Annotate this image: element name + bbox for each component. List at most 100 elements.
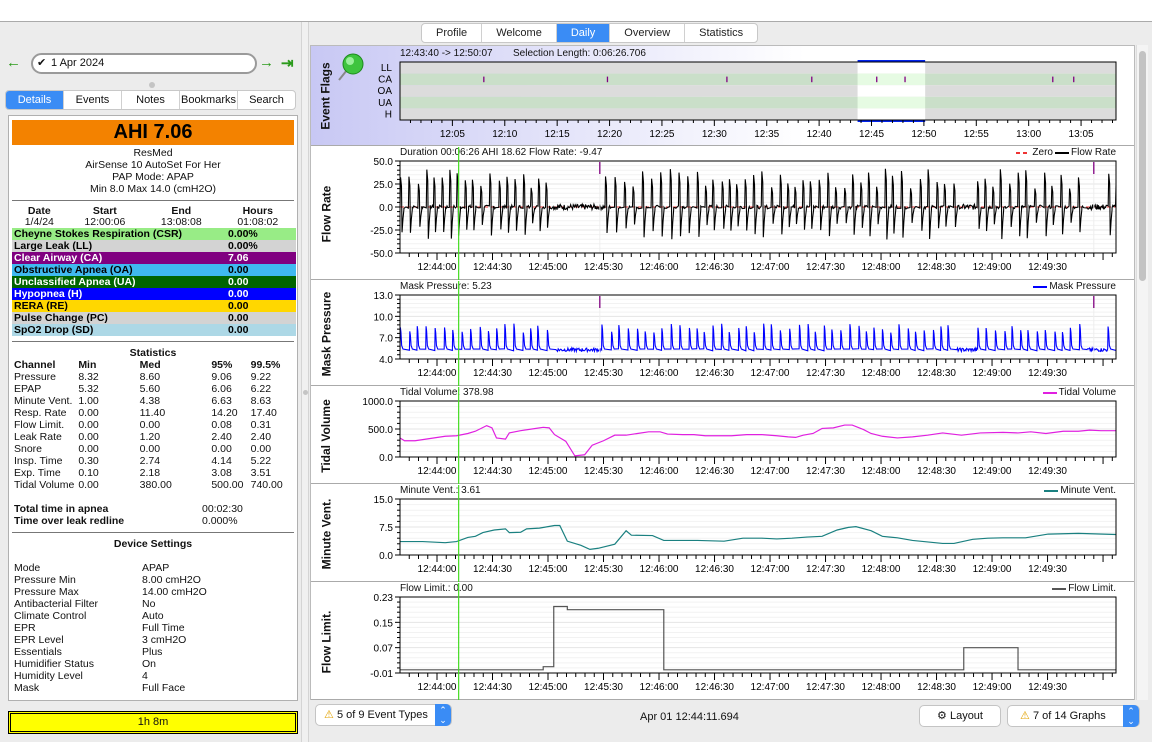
stats-cell: 0.31 [250,419,272,431]
panel-splitter[interactable] [301,22,309,742]
x-tick-label: 12:48:30 [917,564,956,575]
y-tick-label: -0.01 [370,669,393,680]
warning-icon: ⚠ [1020,710,1030,722]
stats-cell: EPAP [14,383,42,395]
tab-overview[interactable]: Overview [610,24,686,42]
arrow-left-icon[interactable]: ← [6,54,21,71]
event-summary-table: Cheyne Stokes Respiration (CSR) 0.00% Larg… [12,228,296,336]
setting-label: Essentials [14,646,62,658]
stats-cell: 9.06 [211,371,232,383]
graphs-label: 7 of 14 Graphs [1032,710,1106,722]
flag-row-h [400,108,1116,120]
date-picker[interactable]: ✔ 1 Apr 2024 [31,53,257,74]
graphs-select[interactable]: ⚠ 7 of 14 Graphs ⌃ ⌄ [1007,705,1140,727]
details-panel[interactable]: AHI 7.06 ResMed AirSense 10 AutoSet For … [8,115,298,701]
event-value: 0.00% [228,228,258,240]
detail-tabs: Details Events Notes Bookmarks Search [5,90,296,110]
stats-cell: 2.40 [211,431,232,443]
stats-cell: Insp. Time [14,455,63,467]
minute-vent-panel[interactable]: Minute Vent. Minute Vent.: 3.61 Minute Ven… [311,485,1134,582]
x-tick-label: 12:44:00 [418,466,457,477]
event-value: 0.00 [228,288,249,300]
arrow-to-end-icon[interactable]: ⇥ [281,54,294,72]
stats-row: Insp. Time 0.30 2.74 4.14 5.22 [12,455,296,467]
tab-daily[interactable]: Daily [556,24,611,42]
y-tick-label: 25.0 [374,180,394,191]
x-tick-label: 12:47:30 [806,564,845,575]
event-label: Hypopnea (H) [14,288,83,300]
y-tick-label: 50.0 [374,157,394,168]
y-tick-label: 15.0 [374,495,394,506]
x-tick-label: 12:44:30 [473,262,512,273]
apnea-summary: Total time in apnea 00:02:30 Time over le… [12,503,296,527]
x-tick-label: 12:47:30 [806,682,845,693]
x-tick-label: 12:05 [440,129,465,140]
mask-pressure-panel[interactable]: Mask Pressure Mask Pressure: 5.23 Mask Pre… [311,281,1134,386]
tab-statistics[interactable]: Statistics [685,24,757,42]
y-tick-label: 13.0 [374,291,394,302]
stepper-icon: ⌃ ⌄ [435,704,451,726]
tab-events[interactable]: Events [64,91,122,109]
setting-value: 8.00 cmH2O [142,574,201,586]
event-value: 0.00 [228,324,249,336]
setting-row: Mode APAP [12,562,296,574]
stats-cell: 5.22 [250,455,272,467]
event-label: RERA (RE) [14,300,68,312]
minute-vent-series [400,524,1116,551]
stats-header-row: Channel Min Med 95% 99.5% [12,359,296,371]
stats-header: Min [78,359,97,371]
setting-value: 14.00 cmH2O [142,586,207,598]
flag-row-label: UA [378,98,392,109]
cursor-time-status: Apr 01 12:44:11.694 [640,711,739,723]
tab-notes[interactable]: Notes [122,91,180,109]
flag-row-oa [400,85,1116,97]
flag-row-ua [400,96,1116,109]
x-tick-label: 12:46:30 [695,262,734,273]
graph-area[interactable]: Event Flags 12:43:40 -> 12:50:07 Selection… [310,45,1135,700]
x-tick-label: 12:44:30 [473,466,512,477]
setting-value: 3 cmH2O [142,634,187,646]
stats-cell: 0.00 [139,419,161,431]
tidal-volume-panel[interactable]: Tidal Volume Tidal Volume: 378.98 Tidal Vo… [311,387,1134,484]
x-tick-label: 12:47:00 [751,466,790,477]
machine-model: AirSense 10 AutoSet For Her [85,159,221,171]
splitter-handle[interactable] [149,82,155,88]
layout-button[interactable]: ⚙ Layout [919,705,1001,727]
graph-scrollbar[interactable] [1136,45,1148,700]
event-label: Pulse Change (PC) [14,312,108,324]
event-label: Obstructive Apnea (OA) [14,264,133,276]
x-tick-label: 12:45:30 [584,262,623,273]
event-types-select[interactable]: ⚠ 5 of 9 Event Types ⌃ ⌄ [315,704,452,726]
selection-region [857,73,926,86]
x-tick-label: 12:48:00 [862,368,901,379]
event-flags-panel[interactable]: Event Flags 12:43:40 -> 12:50:07 Selection… [311,46,1134,146]
leak-redline-value: 0.000% [202,515,238,527]
event-row: Unclassified Apnea (UA) 0.00 [12,276,296,288]
tab-details[interactable]: Details [6,91,64,109]
date-value: 1 Apr 2024 [51,57,105,69]
arrow-right-icon[interactable]: → [259,54,274,71]
scrollbar-thumb[interactable] [1139,51,1146,281]
stats-cell: 740.00 [250,479,283,491]
x-tick-label: 12:46:30 [695,682,734,693]
x-tick-label: 13:05 [1069,129,1094,140]
y-tick-label: 7.5 [379,523,393,534]
layout-label: Layout [949,710,983,722]
usage-bar: 1h 8m [8,711,298,734]
flow-rate-panel[interactable]: Flow Rate Duration 00:06:26 AHI 18.62 Flo… [311,147,1134,280]
stats-header: 95% [211,359,233,371]
stats-cell: Leak Rate [14,431,62,443]
flow-limit-chart: 0.23 0.15 0.07 -0.01 12:44:00 12:44:30 12:45:0… [370,583,1117,700]
stats-cell: 14.20 [211,407,238,419]
event-value: 0.00 [228,300,249,312]
x-tick-label: 12:45:30 [584,368,623,379]
stats-cell: 0.30 [78,455,99,467]
flow-limit-panel[interactable]: Flow Limit. Flow Limit.: 0.00 Flow Limit. 0… [311,583,1134,700]
x-tick-label: 12:49:30 [1028,368,1067,379]
splitter-grip[interactable] [303,390,308,395]
setting-value: Auto [142,610,164,622]
tab-profile[interactable]: Profile [422,24,483,42]
tab-bookmarks[interactable]: Bookmarks [180,91,238,109]
tab-search[interactable]: Search [238,91,295,109]
tab-welcome[interactable]: Welcome [482,24,557,42]
